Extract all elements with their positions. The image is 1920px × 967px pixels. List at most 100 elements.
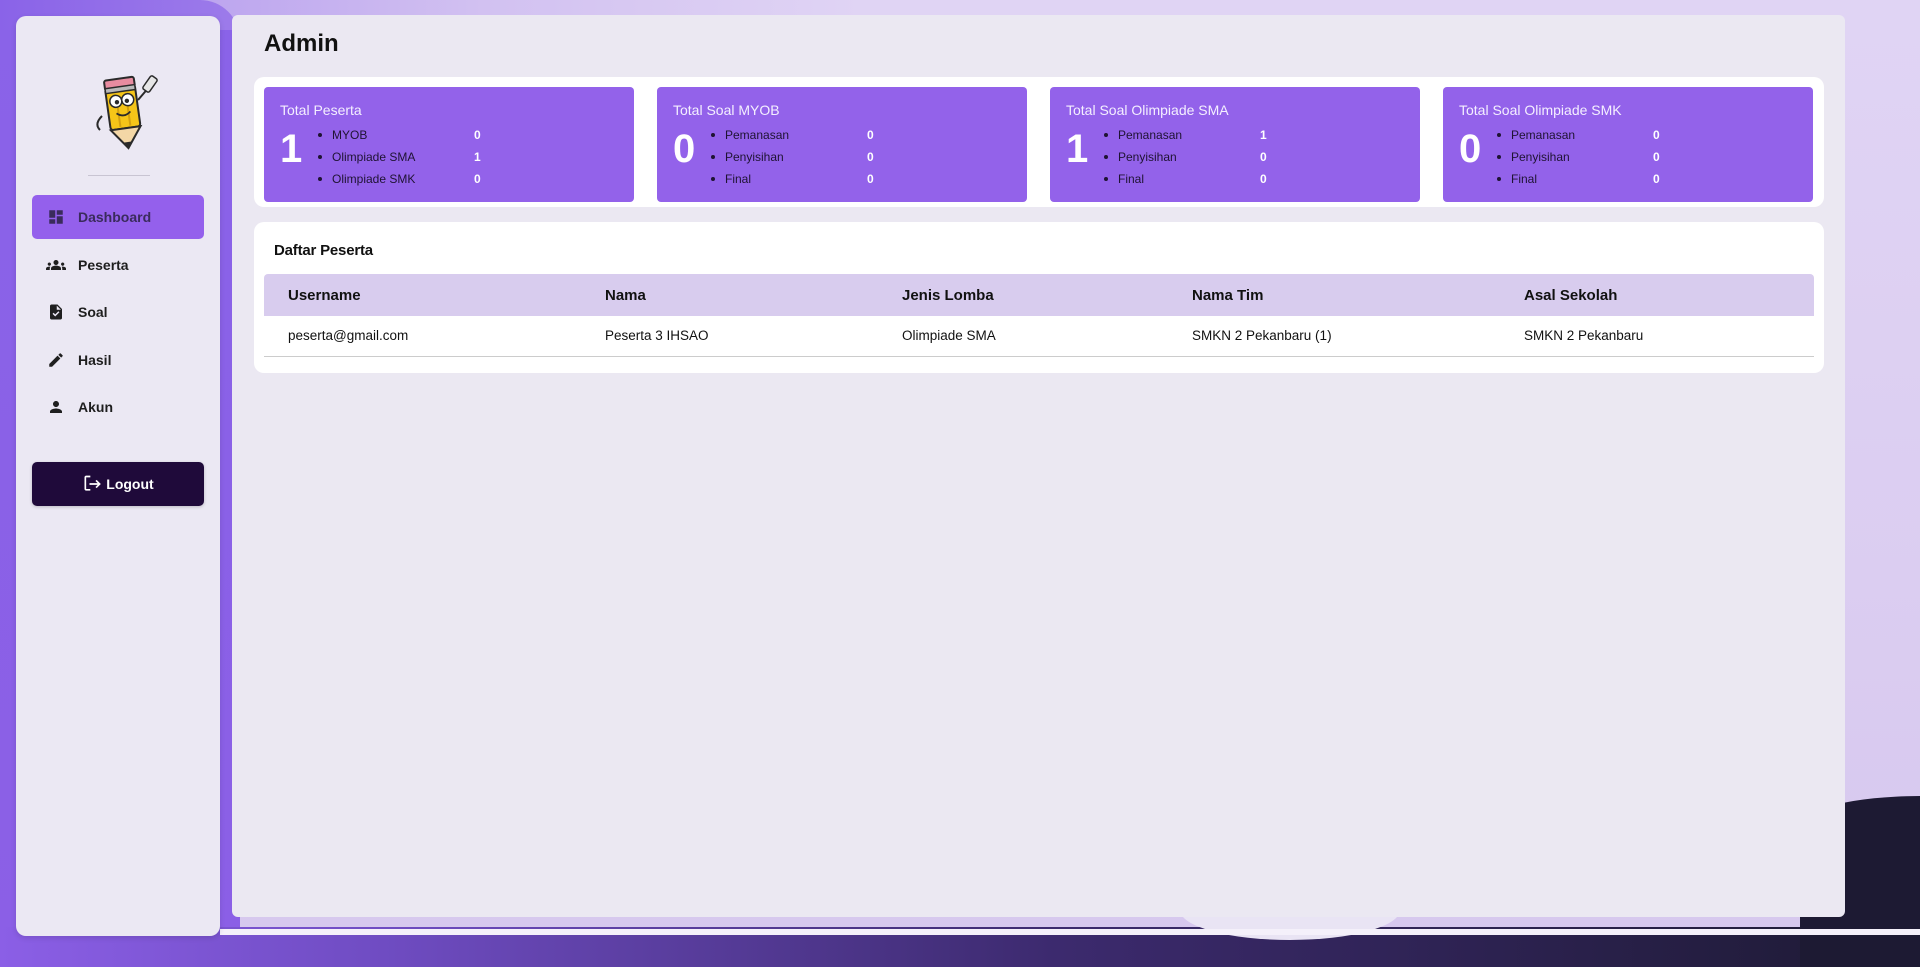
column-header-nama-tim[interactable]: Nama Tim [1168,274,1500,316]
dashboard-icon [46,207,66,227]
stat-row: Olimpiade SMA 1 [318,146,481,168]
sidebar: Dashboard Peserta Soal Hasil Akun Logout [16,16,220,936]
stat-row: Penyisihan 0 [711,146,874,168]
background-strip [220,929,1920,935]
main-panel: Admin Total Peserta 1 MYOB 0 Olimpiade SM… [232,15,1845,917]
sidebar-item-label: Soal [78,304,108,320]
stat-row: Olimpiade SMK 0 [318,168,481,190]
pencil-icon [46,350,66,370]
sidebar-item-label: Peserta [78,256,129,273]
stat-row-value: 0 [1653,150,1660,164]
stat-total: 0 [673,127,696,171]
stat-row-value: 0 [474,128,481,142]
stat-row-label: Pemanasan [1511,128,1576,142]
sidebar-nav: Dashboard Peserta Soal Hasil Akun [32,195,204,433]
cell-nama-tim: SMKN 2 Pekanbaru (1) [1168,316,1500,357]
stat-row: Pemanasan 0 [711,124,874,146]
bullet [318,133,322,137]
stat-row: Final 0 [1104,168,1267,190]
table-header: Username Nama Jenis Lomba Nama Tim Asal … [264,274,1814,316]
stat-row: Final 0 [1497,168,1660,190]
stat-row: Penyisihan 0 [1104,146,1267,168]
stat-title: Total Soal MYOB [673,102,780,118]
group-icon [46,255,66,275]
stat-row-value: 0 [474,172,481,186]
person-icon [46,397,66,417]
column-header-jenis-lomba[interactable]: Jenis Lomba [878,274,1168,316]
stat-row-value: 0 [1260,150,1267,164]
stat-row-label: Olimpiade SMA [332,150,416,164]
cell-asal-sekolah: SMKN 2 Pekanbaru [1500,316,1814,357]
stat-row: Final 0 [711,168,874,190]
stat-row-value: 0 [1260,172,1267,186]
stat-row-value: 1 [474,150,481,164]
sidebar-item-dashboard[interactable]: Dashboard [32,195,204,239]
bullet [1497,155,1501,159]
stat-row-label: Final [1511,172,1538,186]
stat-breakdown: MYOB 0 Olimpiade SMA 1 Olimpiade SMK 0 [318,124,481,190]
logout-button[interactable]: Logout [32,462,204,506]
page-title: Admin [264,30,339,57]
bullet [1104,155,1108,159]
stat-row-value: 1 [1260,128,1267,142]
table-row[interactable]: peserta@gmail.com Peserta 3 IHSAO Olimpi… [264,316,1814,357]
stat-row-label: Penyisihan [1511,150,1570,164]
logout-icon [82,474,102,494]
stat-breakdown: Pemanasan 0 Penyisihan 0 Final 0 [1497,124,1660,190]
sidebar-item-hasil[interactable]: Hasil [32,338,204,382]
stat-row: Penyisihan 0 [1497,146,1660,168]
stat-card-soal-olimpiade-smk: Total Soal Olimpiade SMK 0 Pemanasan 0 Pe… [1443,87,1813,202]
bullet [711,155,715,159]
bullet [711,177,715,181]
column-header-username[interactable]: Username [264,274,581,316]
column-header-nama[interactable]: Nama [581,274,878,316]
stat-total: 1 [1066,127,1089,171]
logo-divider [88,175,150,176]
stat-row: MYOB 0 [318,124,481,146]
stat-card-soal-olimpiade-sma: Total Soal Olimpiade SMA 1 Pemanasan 1 Pe… [1050,87,1420,202]
sidebar-item-label: Dashboard [78,209,152,225]
stat-title: Total Soal Olimpiade SMA [1066,102,1229,118]
bullet [1104,133,1108,137]
stats-container: Total Peserta 1 MYOB 0 Olimpiade SMA 1 Oli… [254,77,1824,207]
document-check-icon [46,302,66,322]
stat-row-label: Penyisihan [1118,150,1177,164]
logout-label: Logout [106,476,154,492]
stat-row-label: Pemanasan [1118,128,1183,142]
stat-row-value: 0 [867,150,874,164]
sidebar-item-label: Akun [78,399,113,415]
stat-row: Pemanasan 1 [1104,124,1267,146]
sidebar-item-soal[interactable]: Soal [32,290,204,334]
stat-card-soal-myob: Total Soal MYOB 0 Pemanasan 0 Penyisihan 0… [657,87,1027,202]
stat-row-label: Olimpiade SMK [332,172,416,186]
stat-total: 0 [1459,127,1482,171]
participants-table: Username Nama Jenis Lomba Nama Tim Asal … [264,274,1814,357]
bullet [318,177,322,181]
table-header-row: Username Nama Jenis Lomba Nama Tim Asal … [264,274,1814,316]
stat-row-label: Penyisihan [725,150,784,164]
stat-title: Total Peserta [280,102,362,118]
stat-total: 1 [280,127,303,171]
stat-row: Pemanasan 0 [1497,124,1660,146]
stat-row-value: 0 [1653,172,1660,186]
stat-row-label: Final [725,172,752,186]
pencil-mascot-logo [86,64,166,154]
bullet [1497,177,1501,181]
stat-row-value: 0 [867,128,874,142]
stat-row-label: Final [1118,172,1145,186]
table-body: peserta@gmail.com Peserta 3 IHSAO Olimpi… [264,316,1814,357]
bullet [1104,177,1108,181]
column-header-asal-sekolah[interactable]: Asal Sekolah [1500,274,1814,316]
bullet [711,133,715,137]
stat-card-total-peserta: Total Peserta 1 MYOB 0 Olimpiade SMA 1 Oli… [264,87,634,202]
stat-breakdown: Pemanasan 0 Penyisihan 0 Final 0 [711,124,874,190]
stat-row-label: Pemanasan [725,128,790,142]
stat-row-value: 0 [867,172,874,186]
cell-nama: Peserta 3 IHSAO [581,316,878,357]
bullet [1497,133,1501,137]
stat-title: Total Soal Olimpiade SMK [1459,102,1622,118]
sidebar-item-label: Hasil [78,351,112,368]
sidebar-item-akun[interactable]: Akun [32,385,204,429]
sidebar-item-peserta[interactable]: Peserta [32,243,204,287]
bullet [318,155,322,159]
